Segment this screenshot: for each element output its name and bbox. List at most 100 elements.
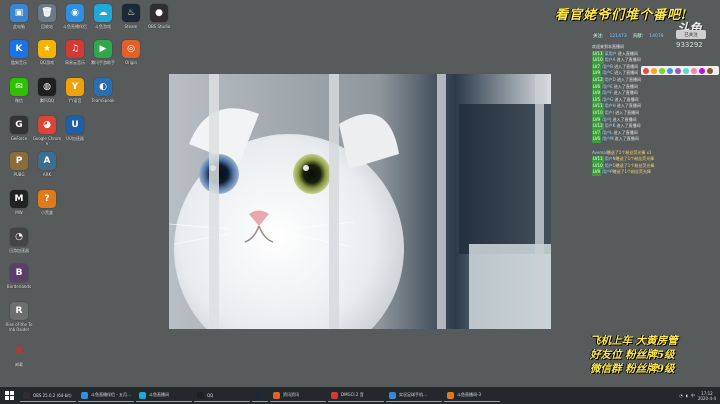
chat-username[interactable]: 用户N [605, 156, 616, 161]
chat-username[interactable]: 用户C [602, 70, 613, 75]
gift-icon[interactable] [667, 67, 673, 74]
desktop-icon-label: 酷狗音乐 [11, 60, 27, 65]
chat-username[interactable]: 用户I [605, 110, 614, 115]
desktop-icon-wechat[interactable]: ✉ 微信 [4, 78, 34, 103]
chat-username[interactable]: 用户E [602, 84, 613, 89]
desktop-icon-obs[interactable]: ● OBS Studio [144, 4, 174, 29]
taskbar-app[interactable]: DMGCI.2 音 [328, 389, 384, 402]
level-badge: LV12 [592, 123, 604, 130]
desktop-icon-label: 微信 [15, 98, 23, 103]
chat-username[interactable]: 某用户 [605, 51, 617, 56]
taskbar-app[interactable]: 资讯资讯 [270, 389, 326, 402]
desktop-icon-label: Origin [124, 60, 138, 65]
desktop-icon-recycle-bin[interactable]: 🗑 回收站 [32, 4, 62, 29]
taskbar-app[interactable]: 斗鱼直播间 [136, 389, 192, 402]
follow-button[interactable]: 已关注 [676, 30, 706, 39]
gift-icon[interactable] [691, 67, 697, 74]
taskbar-app[interactable]: 斗鱼直播间-3 [444, 389, 500, 402]
desktop-icon-app-qq-game[interactable]: ★ QQ游戏 [32, 40, 62, 65]
chat-username[interactable]: 用户K [605, 123, 616, 128]
level-badge: LV6 [592, 83, 602, 91]
chat-username[interactable]: 用户J [602, 117, 611, 122]
desktop-icon-label: 腾讯QQ [39, 98, 55, 103]
chat-message: LV12 用户K 进入了直播间 [592, 123, 718, 130]
taskbar-app[interactable]: QQ [194, 389, 250, 402]
desktop-icon-app-origin[interactable]: ◎ Origin [116, 40, 146, 65]
desktop-icon-app-wegame[interactable]: ▶ 腾讯手游助手 [88, 40, 118, 65]
clock[interactable]: 17:12 2020-4-4 [698, 391, 716, 401]
desktop-icon-app-close[interactable]: ✕ 卸载 [4, 342, 34, 367]
desktop-icon-app-teamspeak[interactable]: ◐ TeamSpeak [88, 78, 118, 103]
chat-message: LV11 某用户 进入直播间 [592, 50, 718, 58]
taskbar-app[interactable]: 斗鱼直播伴侣 - 五月… [78, 389, 134, 402]
chat-username[interactable]: 用户F [602, 90, 612, 95]
desktop-icon-app-10[interactable]: B Borderlands [4, 264, 34, 289]
promo-line: 飞机上车 大黄房管 [590, 335, 678, 347]
app-kugou-icon: K [10, 40, 28, 58]
cat-photo-image [169, 74, 551, 329]
desktop-icon-app-9[interactable]: ◔ 迅游加速器 [4, 228, 34, 253]
ime-indicator[interactable]: 中 [691, 393, 695, 399]
taskbar-app[interactable]: OBS 25.0.2 (64-bit) [20, 389, 76, 402]
desktop-icon-app-cod[interactable]: M MW [4, 190, 34, 215]
desktop-icon-chrome[interactable]: ◕ Google Chrome [32, 116, 62, 146]
volume-icon[interactable]: ◖ [686, 393, 688, 398]
desktop-icon-app-11[interactable]: R Rise of the Tomb Raider [4, 302, 34, 332]
chat-message: LV5 用户G 进入了直播间 [592, 96, 718, 104]
desktop-icon-label: UU加速器 [66, 136, 84, 141]
desktop-icon-app-ark[interactable]: A ARK [32, 152, 62, 177]
chat-message: LV8 用户F 进入了直播间 [592, 90, 718, 97]
gift-icon[interactable] [659, 67, 665, 74]
gift-icon[interactable] [675, 67, 681, 74]
desktop-icon-this-pc[interactable]: ▣ 此电脑 [4, 4, 34, 29]
chat-username[interactable]: 用户P [602, 169, 612, 174]
chat-username[interactable]: 用户G [602, 97, 613, 102]
app-ark-icon: A [38, 152, 56, 170]
chat-message [592, 143, 718, 150]
taskbar-app[interactable] [252, 389, 268, 402]
chat-username[interactable]: 用户O [605, 163, 616, 168]
chat-username[interactable]: 用户A [605, 57, 616, 62]
desktop-icon-label: 回收站 [41, 24, 53, 29]
desktop-icon-app-yy[interactable]: Y YY语音 [60, 78, 90, 103]
gift-icon[interactable] [683, 67, 689, 74]
chat-text: 进入了直播间 [615, 123, 641, 129]
gift-icon[interactable] [651, 67, 657, 74]
app-9-icon: ◔ [10, 228, 28, 246]
taskbar-app-icon [81, 391, 88, 399]
desktop-icon-label: PUBG [13, 172, 25, 177]
desktop-icon-app-geforce[interactable]: G GeForce [4, 116, 34, 141]
start-button[interactable] [0, 387, 18, 404]
chat-username[interactable]: 用户H [605, 103, 616, 108]
gift-icon[interactable] [707, 67, 713, 74]
taskbar-app-icon [389, 391, 396, 399]
level-badge: LV11 [592, 103, 604, 110]
level-badge: LV10 [592, 57, 604, 64]
desktop-icon-app-netease[interactable]: ♫ 网易云音乐 [60, 40, 90, 65]
chat-username[interactable]: 用户M [602, 136, 613, 141]
gift-icon[interactable] [699, 67, 705, 74]
chat-username[interactable]: 用户D [605, 77, 616, 82]
desktop-icon-app-kugou[interactable]: K 酷狗音乐 [4, 40, 34, 65]
qq-icon: ◍ [38, 78, 56, 96]
desktop-icon-qq[interactable]: ◍ 腾讯QQ [32, 78, 62, 103]
chat-username[interactable]: 用户B [602, 64, 613, 69]
taskbar-app[interactable]: 实况足球手机… [386, 389, 442, 402]
chat-username[interactable]: 用户L [602, 130, 612, 135]
desktop-icon-steam[interactable]: ♨ Steam [116, 4, 146, 29]
level-badge: LV7 [592, 129, 602, 137]
desktop-icon-app-3[interactable]: ◉ 斗鱼直播伴侣 [60, 4, 90, 29]
chat-username[interactable]: Avemal [592, 150, 607, 155]
desktop-icon-app-box[interactable]: ? 小黑盒 [32, 190, 62, 215]
desktop-icon-app-pubg[interactable]: P PUBG [4, 152, 34, 177]
wifi-icon[interactable]: ◔ [679, 393, 683, 398]
desktop-icon-app-4[interactable]: ☁ 斗鱼游戏 [88, 4, 118, 29]
chat-text: 进入了直播间 [612, 83, 638, 89]
gift-icon[interactable] [643, 67, 649, 74]
app-qq-game-icon: ★ [38, 40, 56, 58]
desktop-icon-label: YY语音 [68, 98, 82, 103]
desktop-icon-app-uu[interactable]: U UU加速器 [60, 116, 90, 141]
chat-message: LV11 用户N赠送了1个粉丝荧光棒 [592, 156, 718, 163]
desktop-icon-label: Borderlands [6, 284, 32, 289]
gift-toolbar[interactable] [641, 66, 719, 75]
